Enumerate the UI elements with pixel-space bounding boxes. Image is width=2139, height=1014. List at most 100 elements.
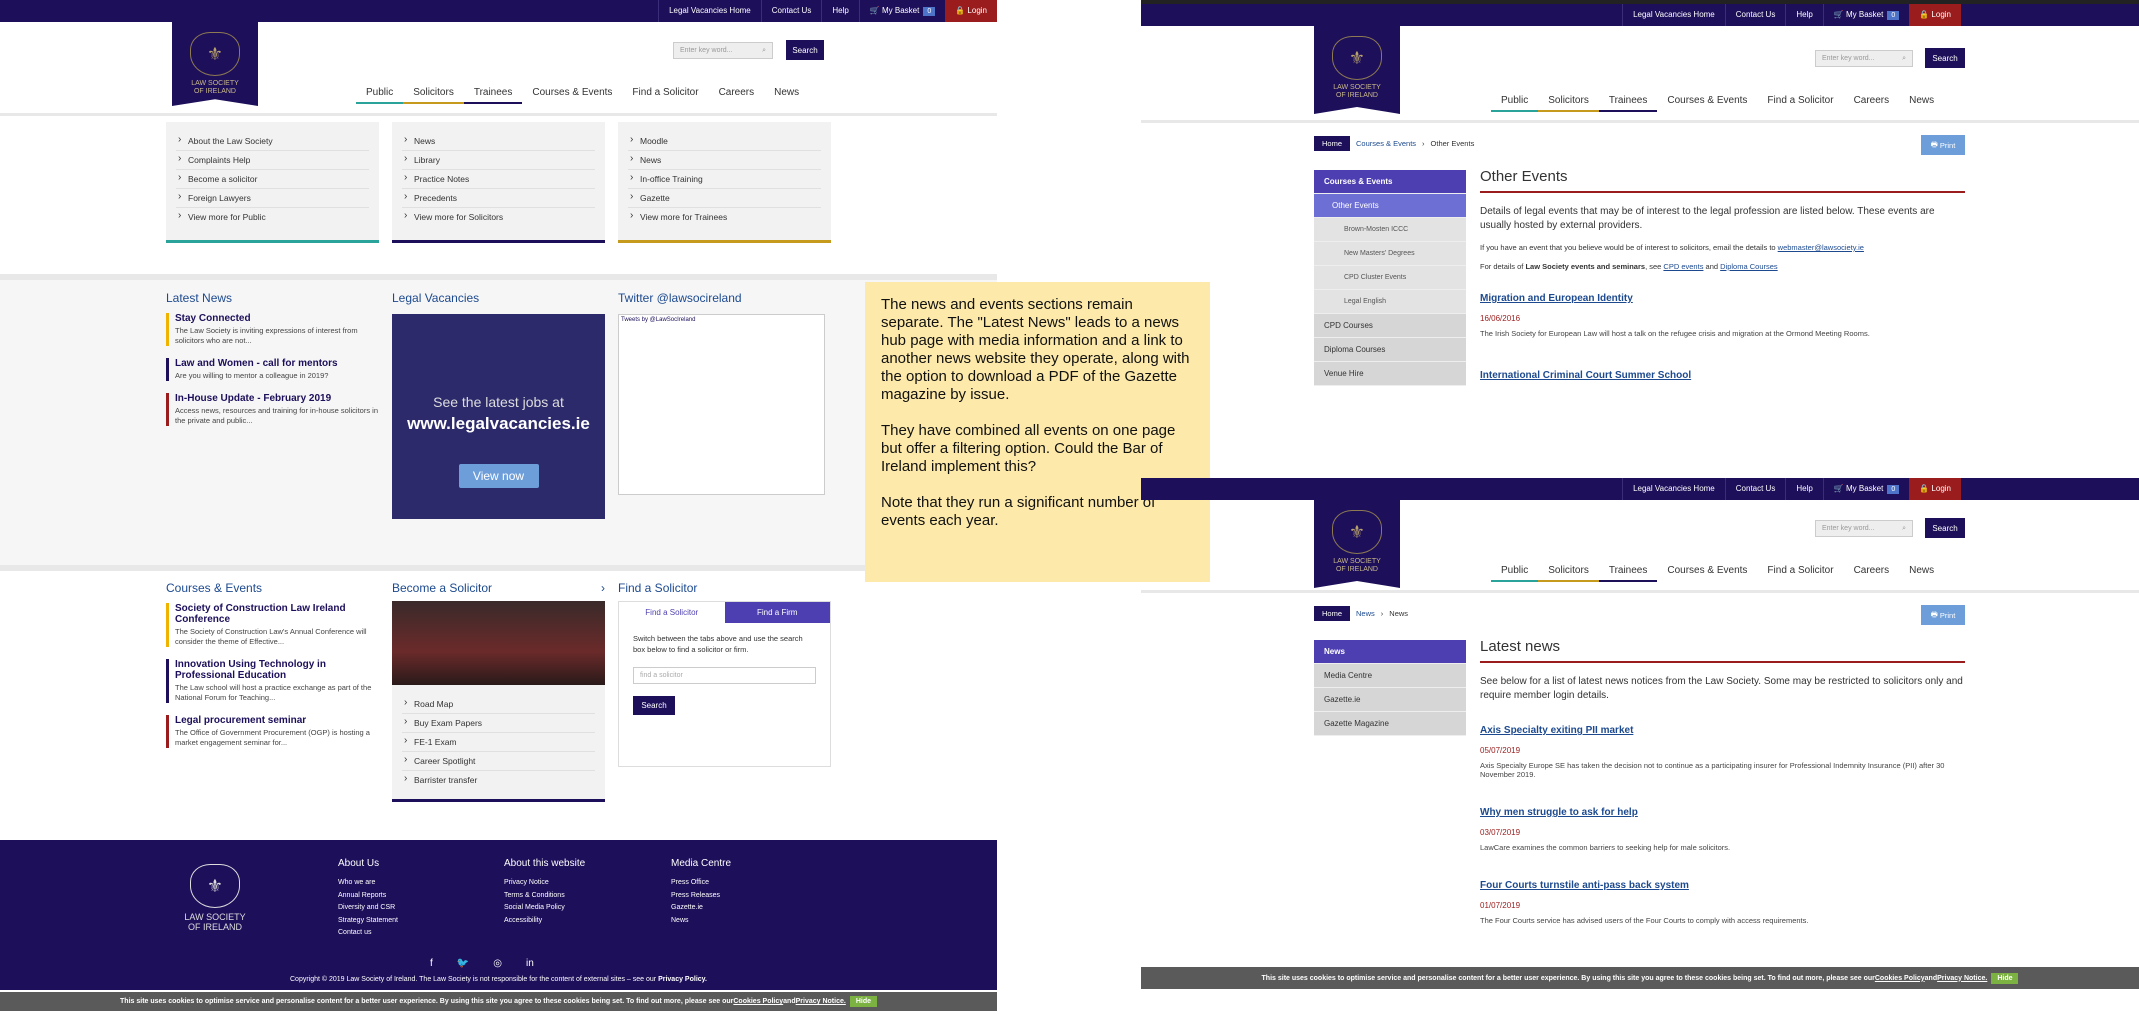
instagram-icon[interactable]: ◎ [493,958,502,969]
news-title[interactable]: Axis Specialty exiting PII market [1480,725,1965,736]
footer-link[interactable]: Strategy Statement [338,915,398,928]
news-item[interactable]: Law and Women - call for mentors Are you … [166,358,379,381]
footer-link[interactable]: Annual Reports [338,890,398,903]
legal-vacancies-link[interactable]: Legal Vacancies Home [1622,4,1725,26]
list-item[interactable]: Foreign Lawyers [176,189,369,208]
nav-public[interactable]: Public [1491,564,1539,582]
nav-trainees[interactable]: Trainees [1598,564,1658,582]
list-item[interactable]: Buy Exam Papers [402,714,595,733]
facebook-icon[interactable]: f [430,958,433,969]
nav-find[interactable]: Find a Solicitor [1757,94,1843,112]
sidebar-item[interactable]: Legal English [1314,290,1466,314]
list-item[interactable]: News [628,151,821,170]
list-item[interactable]: View more for Public [176,208,369,226]
search-input[interactable]: Enter key word... ⌕ [1815,520,1913,537]
email-link[interactable]: webmaster@lawsociety.ie [1778,243,1864,252]
logo[interactable]: ⚜ LAW SOCIETY OF IRELAND [1314,500,1400,588]
footer-link[interactable]: Diversity and CSR [338,902,398,915]
nav-courses[interactable]: Courses & Events [522,86,622,104]
nav-careers[interactable]: Careers [709,86,765,104]
footer-link[interactable]: Gazette.ie [671,902,731,915]
footer-logo[interactable]: ⚜ LAW SOCIETY OF IRELAND [172,854,258,934]
footer-link[interactable]: Social Media Policy [504,902,585,915]
breadcrumb-home[interactable]: Home [1314,606,1351,621]
footer-link[interactable]: Accessibility [504,915,585,928]
solicitor-search-input[interactable]: find a solicitor [633,667,816,684]
sidebar-item[interactable]: Gazette Magazine [1314,712,1466,736]
hide-cookie-button[interactable]: Hide [849,996,877,1007]
list-item[interactable]: Career Spotlight [402,752,595,771]
contact-link[interactable]: Contact Us [1724,4,1786,26]
privacy-notice-link[interactable]: Privacy Notice. [796,998,846,1005]
list-item[interactable]: Gazette [628,189,821,208]
footer-link[interactable]: Terms & Conditions [504,890,585,903]
nav-courses[interactable]: Courses & Events [1657,94,1757,112]
help-link[interactable]: Help [821,0,858,22]
search-button[interactable]: Search [1925,48,1965,68]
basket-link[interactable]: 🛒 My Basket 0 [858,0,945,22]
sidebar-item[interactable]: Gazette.ie [1314,688,1466,712]
search-button[interactable]: Search [786,40,824,60]
list-item[interactable]: Moodle [628,132,821,151]
search-input[interactable]: Enter key word... ⌕ [1815,50,1913,67]
list-item[interactable]: Become a solicitor [176,170,369,189]
list-item[interactable]: View more for Solicitors [402,208,595,226]
sidebar-item[interactable]: CPD Courses [1314,314,1466,338]
event-item[interactable]: Innovation Using Technology in Professio… [166,659,379,703]
print-button[interactable]: 🖶 Print [1921,605,1965,625]
login-button[interactable]: 🔒 Login [1909,478,1961,500]
list-item[interactable]: Road Map [402,695,595,714]
list-item[interactable]: Precedents [402,189,595,208]
contact-link[interactable]: Contact Us [760,0,822,22]
nav-courses[interactable]: Courses & Events [1657,564,1757,582]
news-item[interactable]: Stay Connected The Law Society is invitin… [166,313,379,346]
nav-careers[interactable]: Careers [1844,564,1900,582]
nav-trainees[interactable]: Trainees [1598,94,1658,112]
event-item[interactable]: Legal procurement seminar The Office of G… [166,715,379,748]
nav-news[interactable]: News [1899,94,1944,112]
login-button[interactable]: 🔒 Login [945,0,997,22]
list-item[interactable]: Library [402,151,595,170]
list-item[interactable]: Practice Notes [402,170,595,189]
list-item[interactable]: About the Law Society [176,132,369,151]
list-item[interactable]: News [402,132,595,151]
news-title[interactable]: Why men struggle to ask for help [1480,807,1965,818]
print-button[interactable]: 🖶 Print [1921,135,1965,155]
twitter-feed[interactable]: Tweets by @LawSocIreland [618,314,825,495]
list-item[interactable]: Barrister transfer [402,771,595,789]
search-input[interactable]: Enter key word... ⌕ [673,42,773,59]
sidebar-item-courses[interactable]: Courses & Events [1314,170,1466,194]
footer-link[interactable]: Press Releases [671,890,731,903]
cookies-policy-link[interactable]: Cookies Policy [1875,975,1925,982]
footer-link[interactable]: Press Office [671,877,731,890]
nav-news[interactable]: News [764,86,809,104]
nav-solicitors[interactable]: Solicitors [1538,564,1599,582]
footer-link[interactable]: Privacy Notice [504,877,585,890]
basket-link[interactable]: 🛒 My Basket 0 [1822,478,1909,500]
sidebar-item[interactable]: Venue Hire [1314,362,1466,386]
cpd-link[interactable]: CPD events [1663,262,1703,271]
sidebar-item[interactable]: New Masters' Degrees [1314,242,1466,266]
sidebar-item[interactable]: Diploma Courses [1314,338,1466,362]
cookies-policy-link[interactable]: Cookies Policy [733,998,783,1005]
privacy-policy-link[interactable]: Privacy Policy. [658,976,707,983]
sidebar-item-news[interactable]: News [1314,640,1466,664]
diploma-link[interactable]: Diploma Courses [1720,262,1778,271]
nav-solicitors[interactable]: Solicitors [1538,94,1599,112]
contact-link[interactable]: Contact Us [1724,478,1786,500]
sidebar-item[interactable]: Brown-Mosten ICCC [1314,218,1466,242]
event-title[interactable]: Migration and European Identity [1480,293,1965,304]
find-search-button[interactable]: Search [633,696,675,715]
nav-find[interactable]: Find a Solicitor [622,86,708,104]
help-link[interactable]: Help [1785,478,1822,500]
hide-cookie-button[interactable]: Hide [1991,972,2019,984]
legal-vacancies-link[interactable]: Legal Vacancies Home [658,0,761,22]
nav-careers[interactable]: Careers [1844,94,1900,112]
nav-solicitors[interactable]: Solicitors [403,86,464,104]
twitter-icon[interactable]: 🐦 [457,958,469,969]
logo[interactable]: ⚜ LAW SOCIETY OF IRELAND [1314,26,1400,114]
news-title[interactable]: Four Courts turnstile anti-pass back sys… [1480,880,1965,891]
search-button[interactable]: Search [1925,518,1965,538]
footer-link[interactable]: News [671,915,731,928]
sidebar-item[interactable]: Media Centre [1314,664,1466,688]
